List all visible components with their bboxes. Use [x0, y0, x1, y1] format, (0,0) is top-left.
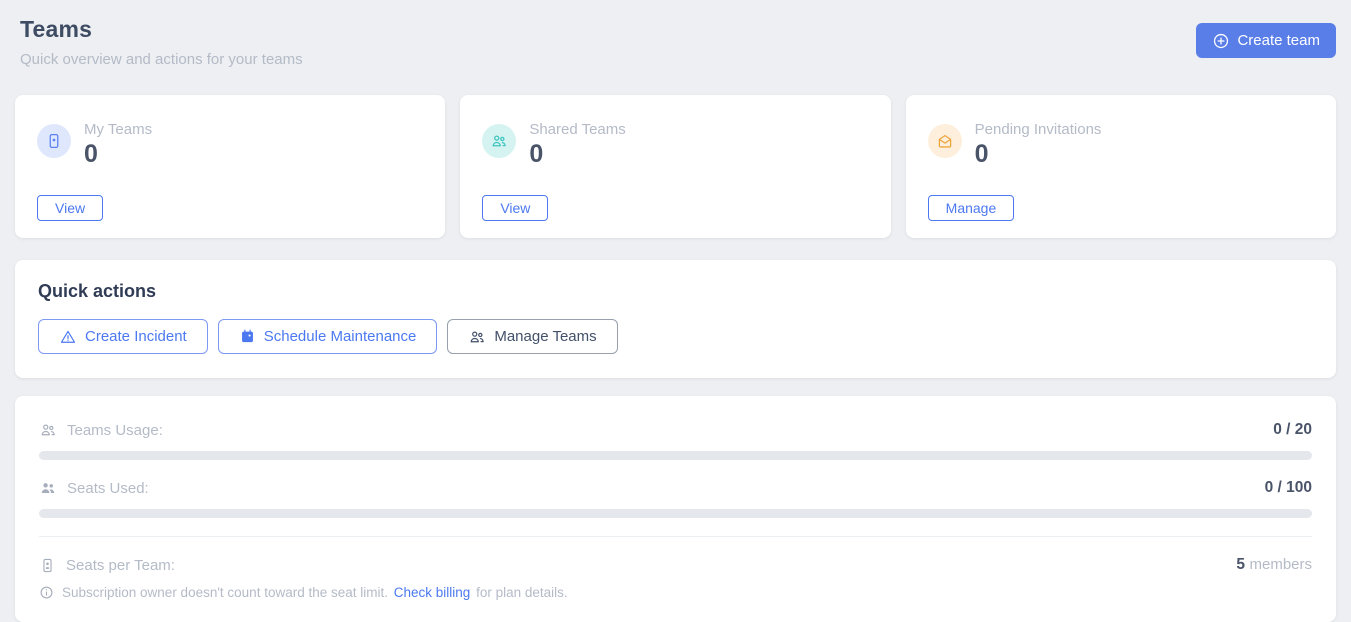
- stat-label: My Teams: [84, 121, 152, 138]
- envelope-open-icon: [928, 124, 962, 158]
- usage-label: Seats per Team:: [66, 557, 175, 574]
- users-icon: [482, 124, 516, 158]
- page-subtitle: Quick overview and actions for your team…: [20, 51, 303, 68]
- page-header: Teams Quick overview and actions for you…: [15, 13, 1336, 68]
- plus-circle-icon: [1212, 32, 1230, 50]
- stat-label: Shared Teams: [529, 121, 625, 138]
- seat-limit-note: Subscription owner doesn't count toward …: [39, 585, 1312, 600]
- manage-invitations-button[interactable]: Manage: [928, 195, 1015, 221]
- person-badge-icon: [39, 557, 56, 574]
- usage-label: Teams Usage:: [67, 422, 163, 439]
- users-icon: [468, 328, 486, 346]
- members-suffix: members: [1249, 556, 1312, 573]
- stat-label: Pending Invitations: [975, 121, 1102, 138]
- stat-card-shared-teams: Shared Teams 0 View: [460, 95, 890, 238]
- note-suffix: for plan details.: [476, 585, 568, 600]
- stat-card-my-teams: My Teams 0 View: [15, 95, 445, 238]
- calendar-icon: [239, 328, 256, 345]
- stat-value: 0: [529, 141, 625, 167]
- note-text: Subscription owner doesn't count toward …: [62, 585, 568, 600]
- view-my-teams-button[interactable]: View: [37, 195, 103, 221]
- teams-page: Teams Quick overview and actions for you…: [0, 0, 1351, 622]
- seats-used-row: Seats Used: 0 / 100: [39, 479, 1312, 497]
- create-incident-button[interactable]: Create Incident: [38, 319, 208, 354]
- teams-usage-row: Teams Usage: 0 / 20: [39, 421, 1312, 439]
- create-team-button[interactable]: Create team: [1196, 23, 1336, 58]
- usage-value: 0 / 100: [1265, 479, 1312, 497]
- create-team-label: Create team: [1237, 32, 1320, 49]
- info-icon: [39, 585, 54, 600]
- seats-per-team-value: 5 members: [1236, 556, 1312, 574]
- users-filled-icon: [39, 479, 57, 497]
- usage-value: 0 / 20: [1273, 421, 1312, 439]
- manage-teams-button[interactable]: Manage Teams: [447, 319, 617, 354]
- seats-used-progress-track: [39, 509, 1312, 518]
- view-shared-teams-button[interactable]: View: [482, 195, 548, 221]
- schedule-maintenance-button[interactable]: Schedule Maintenance: [218, 319, 438, 354]
- badge-icon: [37, 124, 71, 158]
- teams-usage-progress-track: [39, 451, 1312, 460]
- warning-icon: [59, 328, 77, 346]
- usage-label: Seats Used:: [67, 480, 149, 497]
- stat-value: 0: [84, 141, 152, 167]
- stat-value: 0: [975, 141, 1102, 167]
- seats-per-team-row: Seats per Team: 5 members: [39, 556, 1312, 574]
- quick-actions-heading: Quick actions: [38, 281, 1313, 302]
- stat-card-pending-invitations: Pending Invitations 0 Manage: [906, 95, 1336, 238]
- stat-cards: My Teams 0 View Shared Teams: [15, 95, 1336, 238]
- users-outline-icon: [39, 421, 57, 439]
- divider: [39, 536, 1312, 537]
- usage-panel: Teams Usage: 0 / 20 Seats Used: 0 / 100: [15, 396, 1336, 622]
- header-text: Teams Quick overview and actions for you…: [15, 13, 303, 68]
- check-billing-link[interactable]: Check billing: [394, 585, 471, 600]
- quick-actions-panel: Quick actions Create Incident: [15, 260, 1336, 378]
- page-title: Teams: [20, 16, 303, 43]
